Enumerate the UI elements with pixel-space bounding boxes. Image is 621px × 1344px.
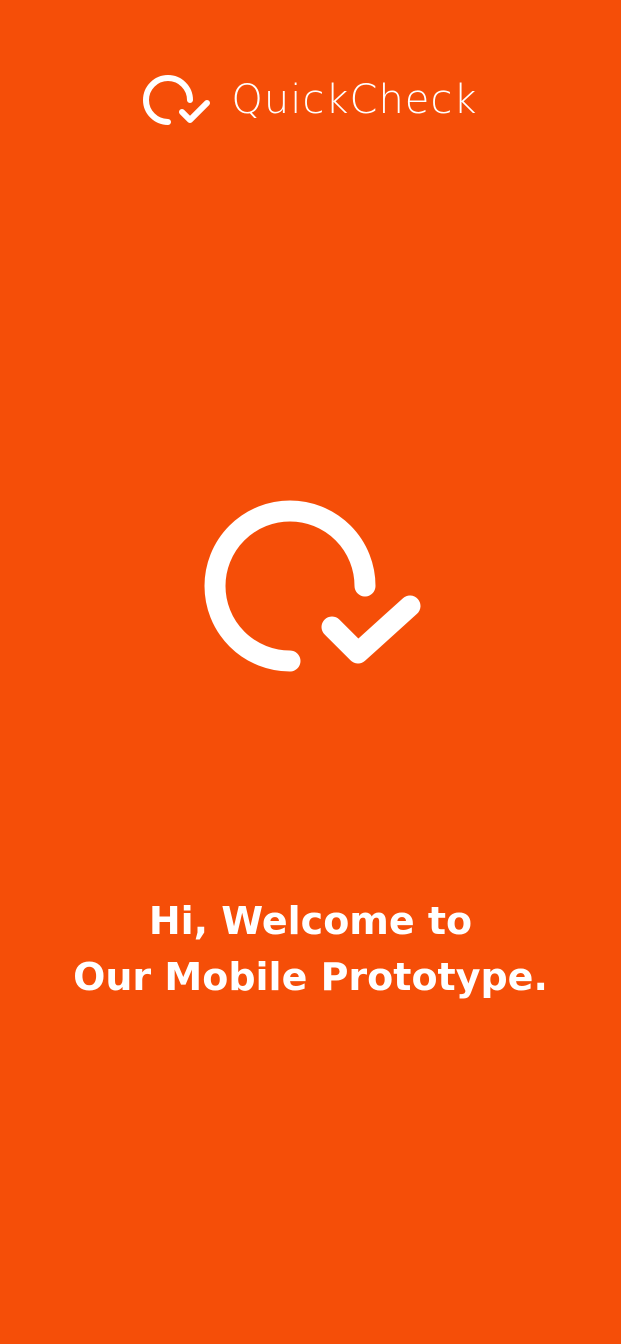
welcome-line-1: Hi, Welcome to bbox=[148, 899, 473, 943]
quickcheck-logo-icon bbox=[204, 500, 421, 672]
brand-name: QuickCheck bbox=[231, 77, 478, 123]
quickcheck-logo-icon bbox=[143, 75, 211, 125]
header-logo: QuickCheck bbox=[0, 70, 621, 130]
welcome-message: Hi, Welcome to Our Mobile Prototype. bbox=[0, 893, 621, 1005]
welcome-line-2: Our Mobile Prototype. bbox=[73, 955, 548, 999]
splash-screen: QuickCheck Hi, Welcome to Our Mobile Pro… bbox=[0, 0, 621, 1344]
